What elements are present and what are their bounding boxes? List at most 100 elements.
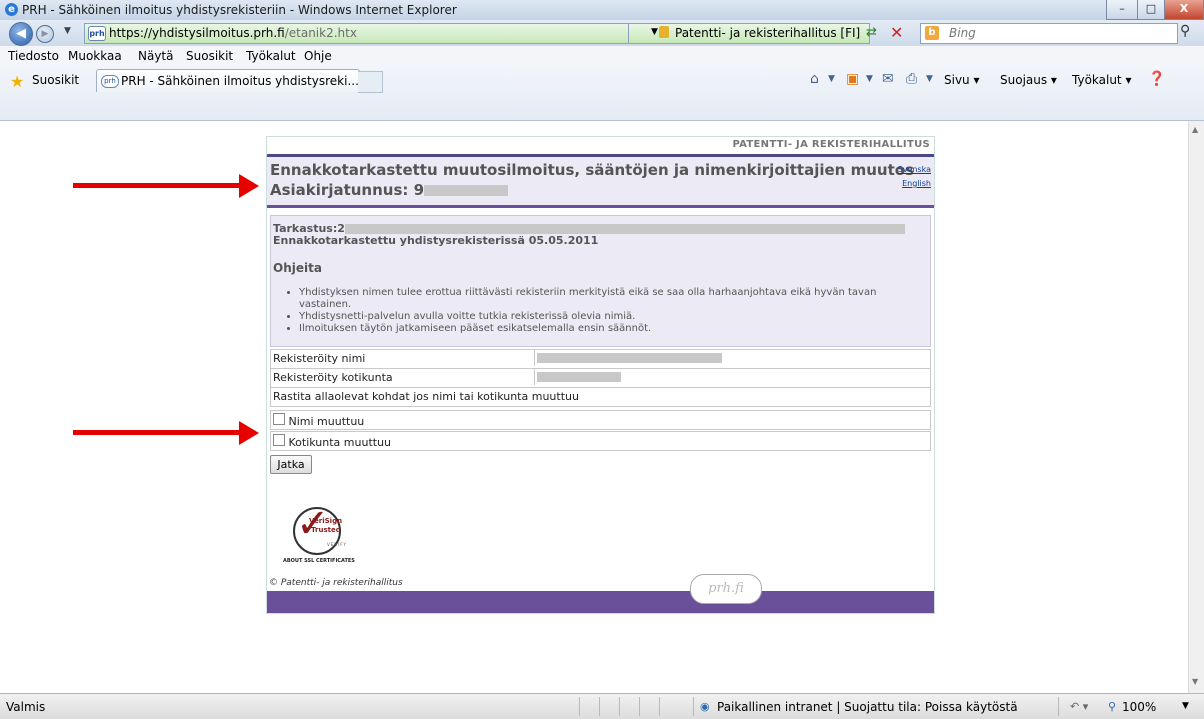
red-arrow-shaft xyxy=(73,430,239,435)
instruction-item: Yhdistyksen nimen tulee erottua riittävä… xyxy=(299,287,930,311)
municipality-change-label: Kotikunta muuttuu xyxy=(273,434,391,449)
name-change-label: Nimi muuttuu xyxy=(273,413,364,428)
favorites-star-icon[interactable]: ★ xyxy=(10,72,24,91)
document-id: Asiakirjatunnus: 9 xyxy=(270,181,509,199)
info-panel: Tarkastus:2 Ennakkotarkastettu yhdistysr… xyxy=(270,215,931,347)
stop-icon[interactable]: ✕ xyxy=(890,23,903,42)
page-title: Ennakkotarkastettu muutosilmoitus, säänt… xyxy=(270,161,914,179)
security-report[interactable]: ▼ Patentti- ja rekisterihallitus [FI] xyxy=(628,23,870,44)
address-toolbar: ◀ ▶ ▼ prh https://yhdistysilmoitus.prh.f… xyxy=(0,20,1204,46)
registered-municipality-row: Rekisteröity kotikunta xyxy=(270,368,931,388)
url-field[interactable]: prh https://yhdistysilmoitus.prh.fi/etan… xyxy=(84,23,630,44)
feeds-dropdown-icon[interactable]: ▼ xyxy=(866,74,873,84)
back-button[interactable]: ◀ xyxy=(9,22,33,46)
municipality-change-checkbox[interactable] xyxy=(273,434,285,446)
home-icon[interactable]: ⌂ xyxy=(810,71,819,87)
menu-tools[interactable]: Työkalut xyxy=(246,49,296,63)
tab-title: PRH - Sähköinen ilmoitus yhdistysreki... xyxy=(121,74,359,88)
registered-name-label: Rekisteröity nimi xyxy=(273,352,366,365)
menu-help[interactable]: Ohje xyxy=(304,49,332,63)
menu-edit[interactable]: Muokkaa xyxy=(68,49,122,63)
check-prompt-row: Rastita allaolevat kohdat jos nimi tai k… xyxy=(270,387,931,407)
zoom-icon[interactable]: ⚲ xyxy=(1108,700,1116,713)
print-icon[interactable]: ⎙ xyxy=(906,71,917,87)
url-dropdown-icon[interactable]: ▼ xyxy=(651,27,658,37)
municipality-change-row: Kotikunta muuttuu xyxy=(270,431,931,451)
page-header: Ennakkotarkastettu muutosilmoitus, säänt… xyxy=(267,154,934,208)
seal-verify: VERIFY xyxy=(327,542,347,547)
check-prompt: Rastita allaolevat kohdat jos nimi tai k… xyxy=(273,390,579,403)
menu-view[interactable]: Näytä xyxy=(138,49,174,63)
verisign-seal[interactable]: ✓ VeriSign Trusted VERIFY ABOUT SSL CERT… xyxy=(275,501,385,567)
status-divider xyxy=(1058,697,1059,716)
zoom-level[interactable]: 100% xyxy=(1122,700,1156,714)
registered-municipality-label: Rekisteröity kotikunta xyxy=(273,371,393,384)
search-input[interactable]: b Bing xyxy=(920,23,1178,44)
page-menu[interactable]: Sivu ▾ xyxy=(944,73,980,87)
lang-english-link[interactable]: English xyxy=(902,179,931,188)
lock-icon xyxy=(659,26,669,38)
favorites-button[interactable]: Suosikit xyxy=(32,73,79,87)
status-divider xyxy=(659,697,660,716)
protected-mode-icon[interactable]: ↶ ▾ xyxy=(1070,700,1088,713)
refresh-icon[interactable]: ⇄ xyxy=(866,25,877,40)
status-divider xyxy=(619,697,620,716)
new-tab-button[interactable] xyxy=(358,71,383,93)
pre-check-date: Ennakkotarkastettu yhdistysrekisterissä … xyxy=(273,234,599,247)
registered-name-row: Rekisteröity nimi xyxy=(270,349,931,369)
url-text: https://yhdistysilmoitus.prh.fi/etanik2.… xyxy=(109,26,357,40)
menu-file[interactable]: Tiedosto xyxy=(8,49,59,63)
vertical-scrollbar[interactable]: ▲ ▼ xyxy=(1188,121,1204,693)
lang-svenska-link[interactable]: Svenska xyxy=(898,165,931,174)
safety-menu[interactable]: Suojaus ▾ xyxy=(1000,73,1057,87)
maximize-button[interactable]: □ xyxy=(1137,0,1165,20)
menu-favorites[interactable]: Suosikit xyxy=(186,49,233,63)
bing-icon: b xyxy=(925,26,939,40)
continue-button[interactable]: Jatka xyxy=(270,455,312,474)
security-zone[interactable]: Paikallinen intranet | Suojattu tila: Po… xyxy=(717,700,1018,714)
minimize-button[interactable]: – xyxy=(1106,0,1138,20)
scroll-up-icon[interactable]: ▲ xyxy=(1192,125,1198,134)
seal-about-link[interactable]: ABOUT SSL CERTIFICATES xyxy=(283,558,355,564)
ie-logo-icon: e xyxy=(5,3,18,16)
home-dropdown-icon[interactable]: ▼ xyxy=(828,74,835,84)
redacted-value xyxy=(537,353,722,363)
red-arrow-shaft xyxy=(73,183,239,188)
window-title: PRH - Sähköinen ilmoitus yhdistysrekiste… xyxy=(22,3,457,17)
name-change-checkbox[interactable] xyxy=(273,413,285,425)
recent-pages-icon[interactable]: ▼ xyxy=(64,26,71,36)
print-dropdown-icon[interactable]: ▼ xyxy=(926,74,933,84)
red-arrow-head xyxy=(239,421,259,445)
registered-municipality-value xyxy=(534,369,927,385)
instructions-list: Yhdistyksen nimen tulee erottua riittävä… xyxy=(285,287,930,335)
mail-icon[interactable]: ✉ xyxy=(882,71,894,87)
intranet-globe-icon: ◉ xyxy=(700,700,710,713)
zoom-dropdown-icon[interactable]: ▼ xyxy=(1182,701,1189,711)
registered-name-value xyxy=(534,350,927,366)
instruction-item: Yhdistysnetti-palvelun avulla voitte tut… xyxy=(299,311,930,323)
forward-button[interactable]: ▶ xyxy=(36,25,54,43)
status-text: Valmis xyxy=(6,700,46,714)
site-favicon-icon: prh xyxy=(88,26,106,41)
menu-bar: Tiedosto Muokkaa Näytä Suosikit Työkalut… xyxy=(0,46,1204,67)
help-icon[interactable]: ❓ xyxy=(1148,71,1165,87)
seal-line1: VeriSign xyxy=(309,517,343,525)
seal-line2: Trusted xyxy=(311,526,341,534)
form-page: PATENTTI- JA REKISTERIHALLITUS Ennakkota… xyxy=(266,136,935,614)
copyright: © Patentti- ja rekisterihallitus xyxy=(269,578,403,588)
feeds-icon[interactable]: ▣ xyxy=(846,71,859,87)
tools-menu[interactable]: Työkalut ▾ xyxy=(1072,73,1131,87)
scroll-down-icon[interactable]: ▼ xyxy=(1192,677,1198,686)
status-divider xyxy=(599,697,600,716)
certificate-org: Patentti- ja rekisterihallitus [FI] xyxy=(675,26,861,40)
search-placeholder: Bing xyxy=(949,26,976,40)
instructions-title: Ohjeita xyxy=(273,261,322,275)
footer-band xyxy=(267,591,934,613)
favorites-bar: ★ Suosikit prh PRH - Sähköinen ilmoitus … xyxy=(0,66,1204,121)
instruction-item: Ilmoituksen täytön jatkamiseen pääset es… xyxy=(299,323,930,335)
redacted-value xyxy=(537,372,621,382)
tab-active[interactable]: prh PRH - Sähköinen ilmoitus yhdistysrek… xyxy=(96,69,360,92)
search-icon[interactable]: ⚲ xyxy=(1180,23,1190,39)
close-button[interactable]: X xyxy=(1164,0,1204,20)
prh-logo: prh.fi xyxy=(690,574,762,604)
